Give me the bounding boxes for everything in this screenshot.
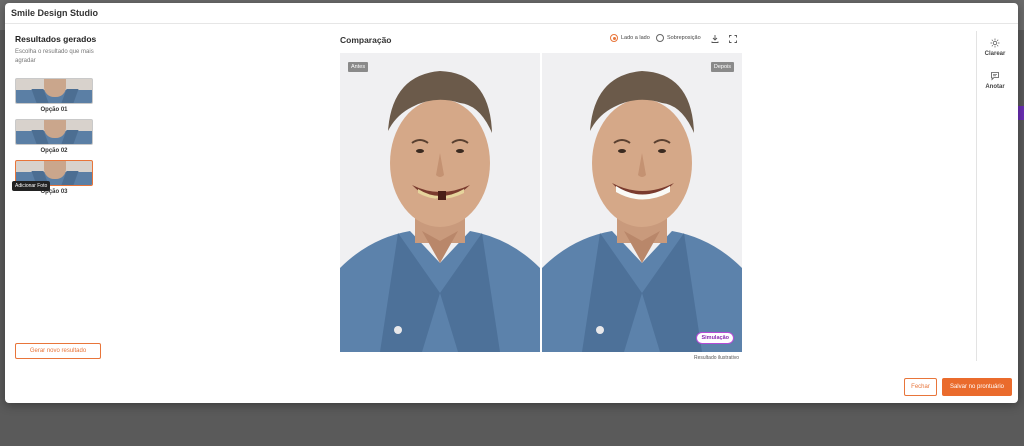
save-to-record-button[interactable]: Salvar no prontuário — [942, 378, 1012, 396]
tools-rail-divider — [976, 31, 977, 361]
option-thumbnail[interactable] — [15, 119, 93, 145]
before-photo: Antes — [340, 53, 540, 352]
option-card-02[interactable]: Opção 02 — [15, 119, 93, 154]
after-photo: Depois Simulação — [542, 53, 742, 352]
comment-icon — [991, 72, 999, 81]
radio-selected-icon[interactable] — [610, 34, 618, 42]
whiten-tool-label: Clarear — [984, 51, 1006, 57]
option-label: Opção 01 — [40, 107, 68, 113]
annotate-tool-label: Anotar — [985, 84, 1005, 90]
option-label: Opção 02 — [40, 148, 68, 154]
generate-new-result-button[interactable]: Gerar novo resultado — [15, 343, 101, 359]
comparison-title: Comparação — [340, 35, 392, 45]
modal-header: Smile Design Studio — [5, 3, 1018, 24]
download-icon[interactable] — [710, 34, 720, 44]
add-photo-tooltip: Adicionar Foto — [12, 181, 51, 191]
illustrative-disclaimer: Resultado ilustrativo — [694, 355, 740, 361]
sun-icon — [990, 38, 1000, 48]
simulation-badge: Simulação — [696, 332, 734, 344]
smile-design-modal: Smile Design Studio Resultados gerados E… — [5, 3, 1018, 403]
view-mode-label: Sobreposição — [667, 35, 701, 41]
results-title: Resultados gerados — [15, 34, 97, 44]
annotate-tool[interactable]: Anotar — [981, 71, 1009, 90]
view-mode-overlay[interactable]: Sobreposição — [656, 34, 701, 42]
whiten-tool[interactable]: Clarear — [981, 38, 1009, 57]
fullscreen-icon[interactable] — [728, 34, 738, 44]
results-subtitle: Escolha o resultado que mais agradar — [15, 49, 94, 64]
option-card-01[interactable]: Opção 01 — [15, 78, 93, 113]
modal-title: Smile Design Studio — [11, 8, 99, 18]
option-thumbnail[interactable] — [15, 78, 93, 104]
after-tag: Depois — [710, 62, 734, 72]
before-tag: Antes — [348, 62, 369, 72]
view-mode-label: Lado a lado — [621, 35, 650, 41]
radio-unselected-icon[interactable] — [656, 34, 664, 42]
close-button[interactable]: Fechar — [904, 378, 937, 396]
view-mode-side-by-side[interactable]: Lado a lado — [610, 34, 650, 42]
